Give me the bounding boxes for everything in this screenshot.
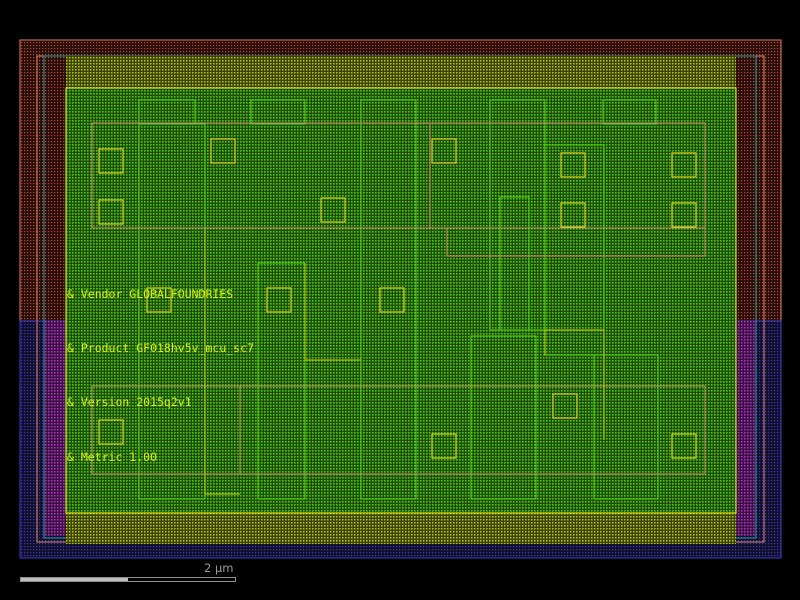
annotation-version: & Version 2015q2v1 [67, 395, 192, 409]
annotation-metric: & Metric 1.00 [67, 450, 158, 464]
scale-label: 2 µm [204, 561, 234, 575]
scale-bar-fill [21, 578, 128, 581]
scale-bar [20, 577, 236, 582]
annotation-product: & Product GF018hv5v_mcu_sc7 [67, 341, 254, 355]
annotation-vendor: & Vendor GLOBALFOUNDRIES [67, 287, 234, 301]
